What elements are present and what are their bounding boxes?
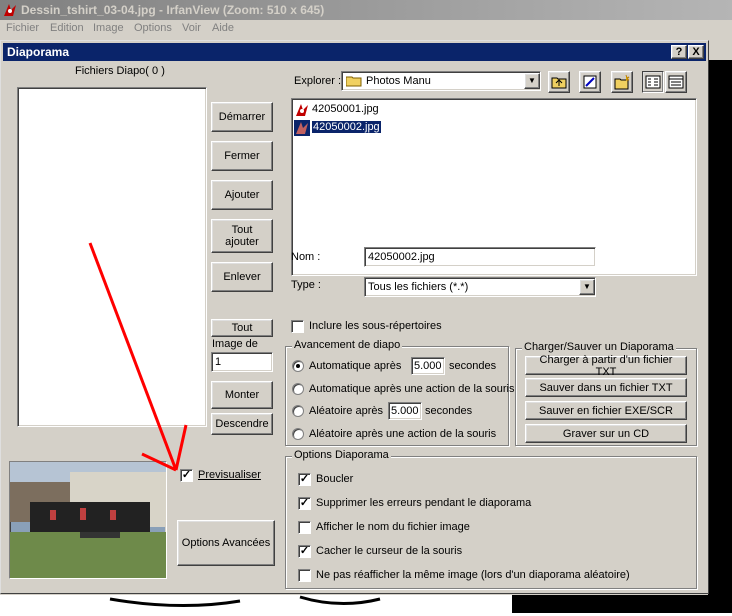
red-arrow-annotation	[88, 242, 188, 472]
